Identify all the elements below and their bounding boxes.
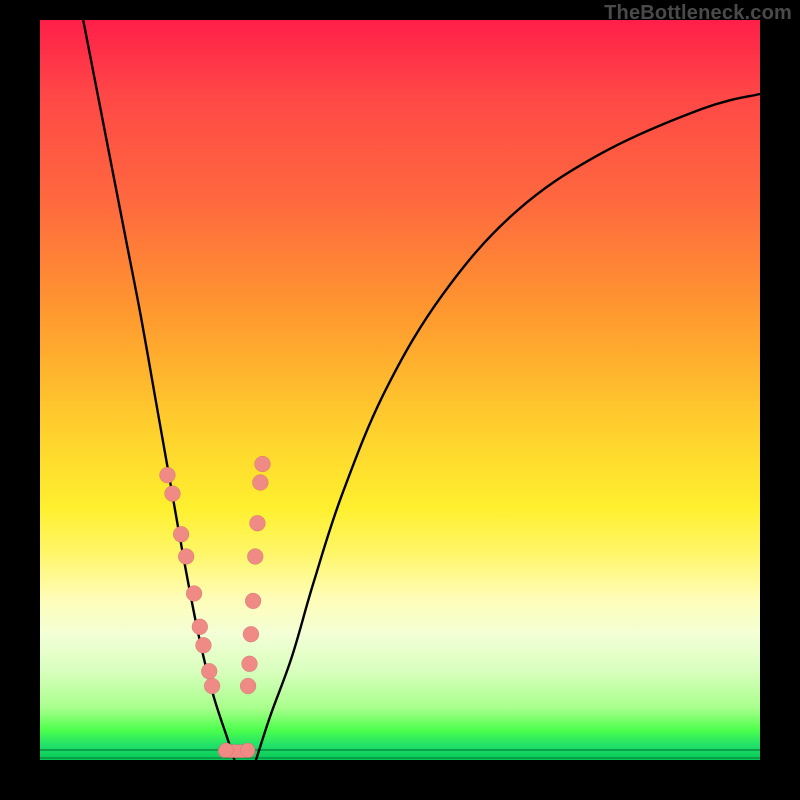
chart-stage: TheBottleneck.com <box>0 0 800 800</box>
green-baseline-lower <box>40 757 760 759</box>
chart-background-gradient <box>40 20 760 760</box>
green-baseline-upper <box>40 749 760 751</box>
